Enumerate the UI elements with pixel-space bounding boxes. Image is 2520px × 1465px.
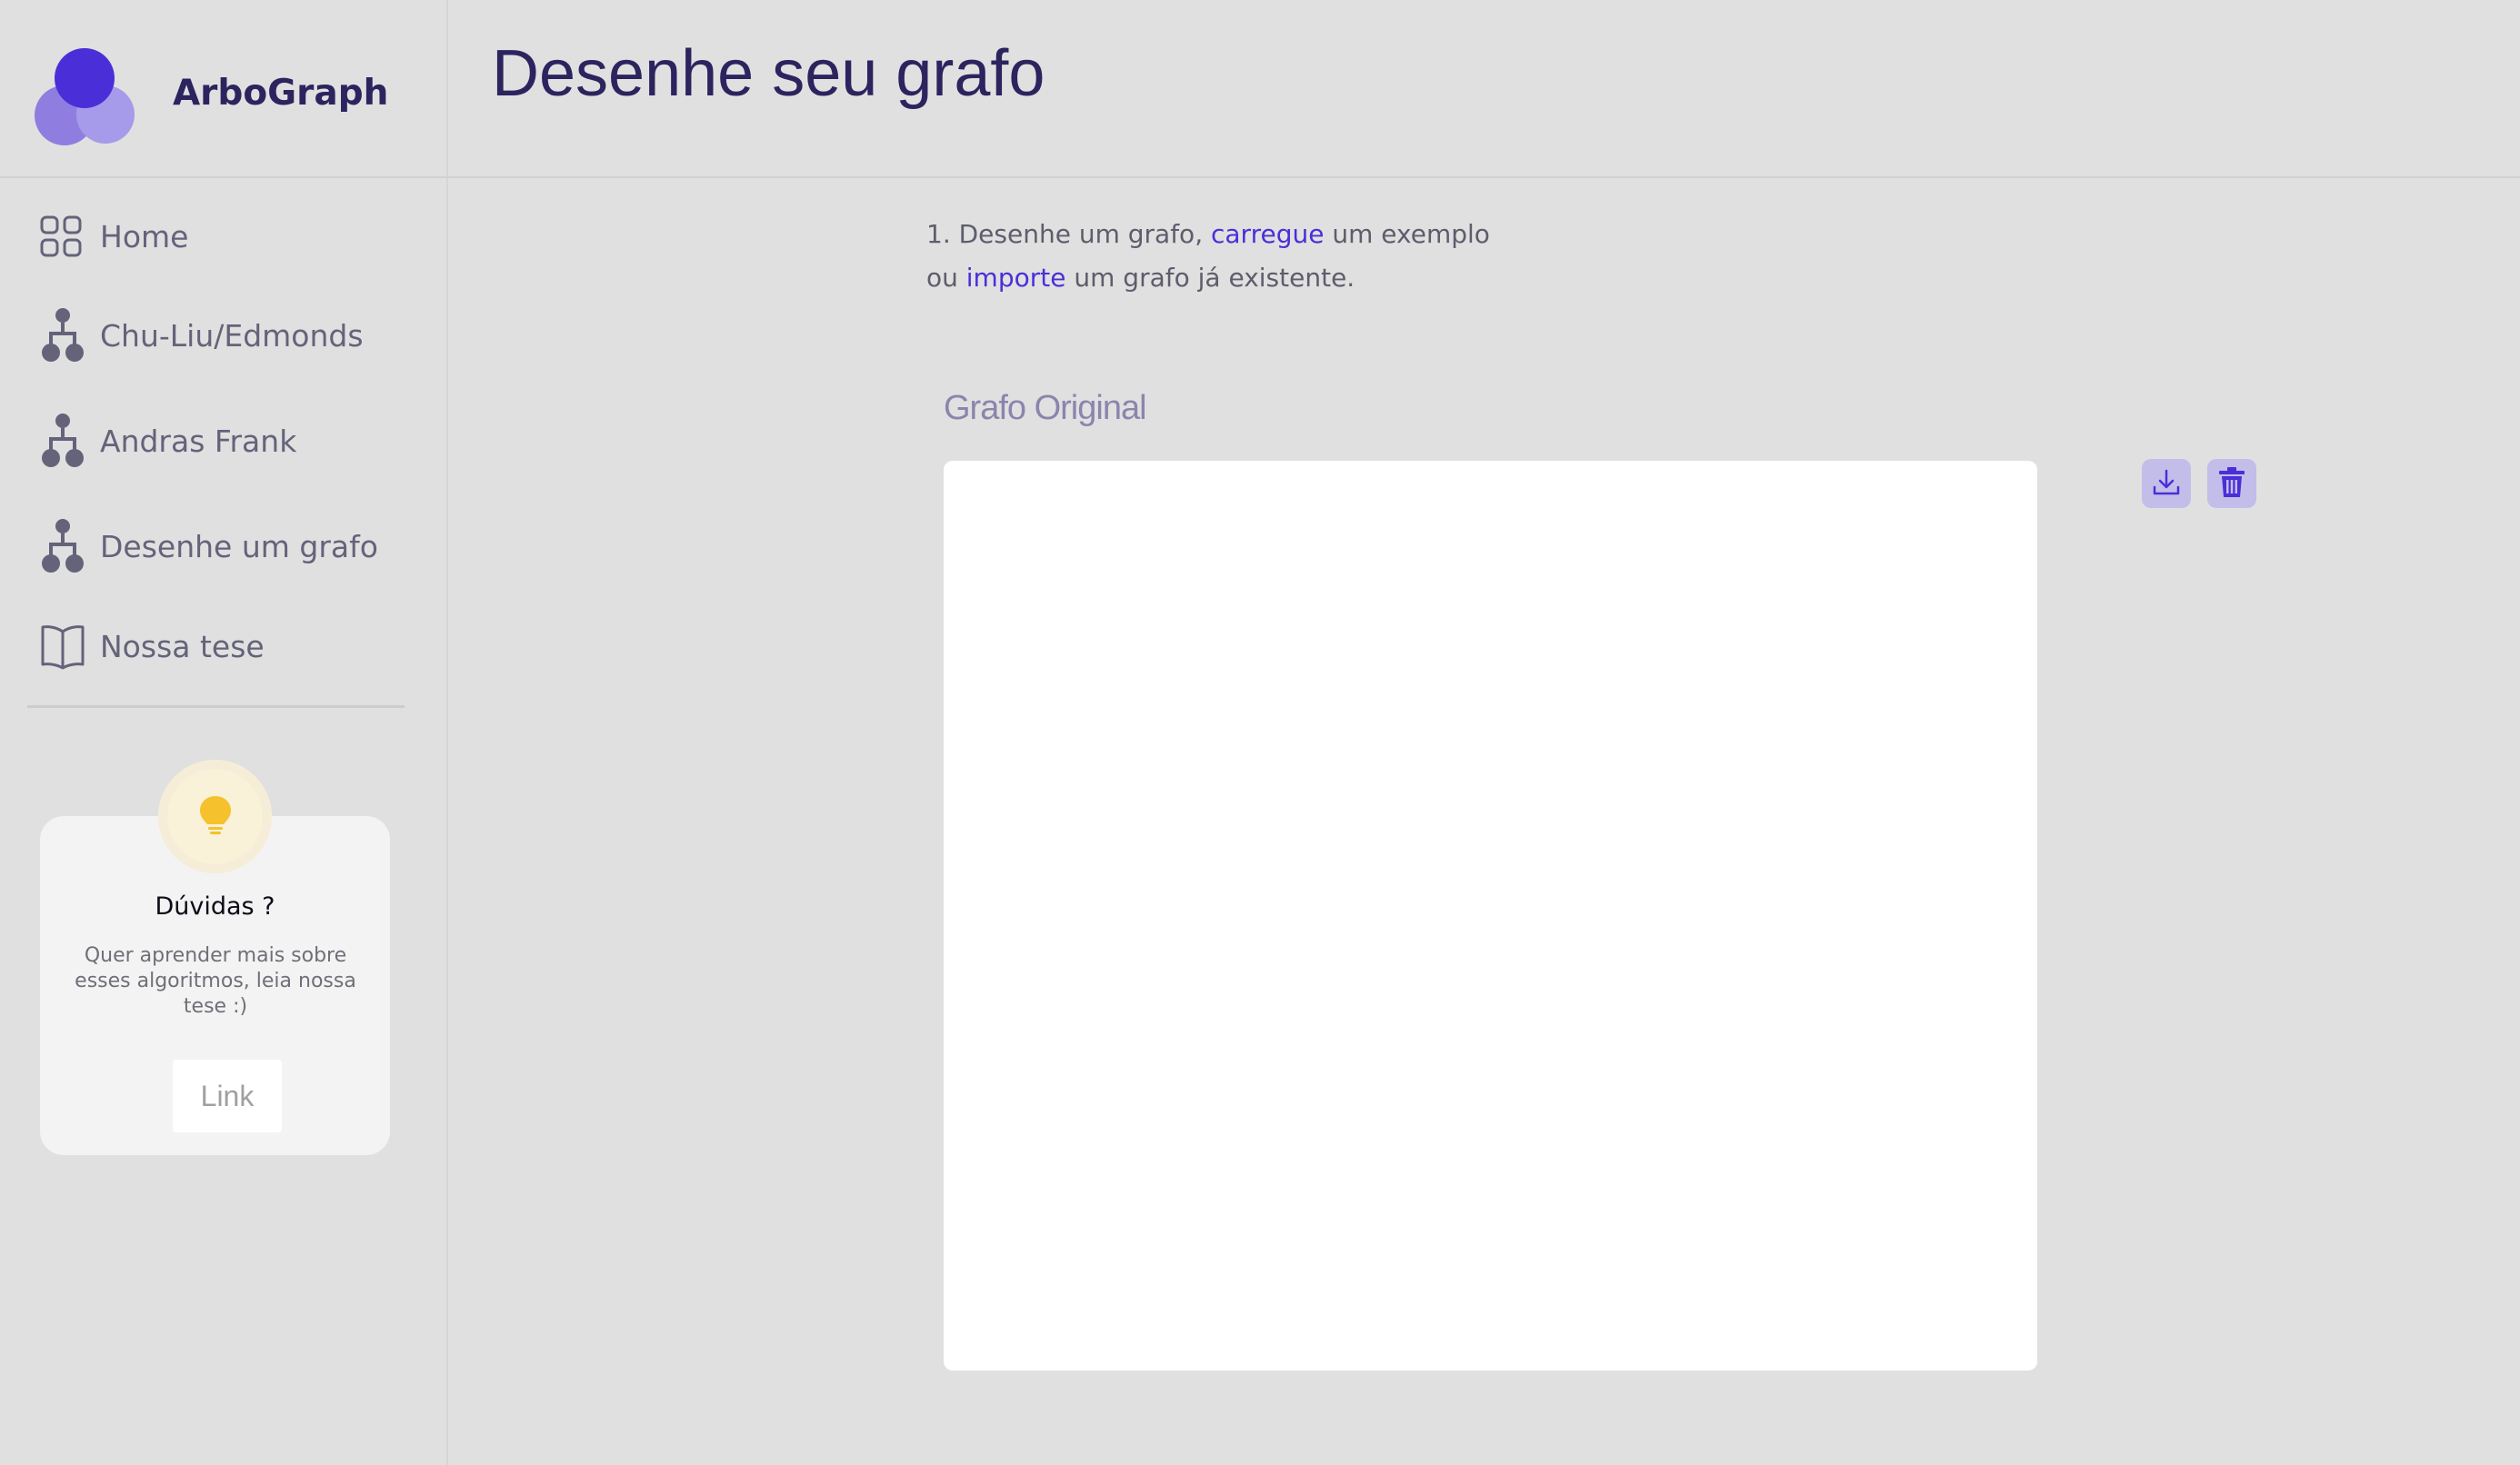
sidebar-item-label: Nossa tese [100, 628, 265, 664]
trash-icon [2217, 466, 2246, 502]
download-button[interactable] [2142, 459, 2191, 508]
sidebar-item-nossa-tese[interactable]: Nossa tese [40, 619, 265, 673]
instructions: 1. Desenhe um grafo, carregue um exemplo… [926, 213, 1490, 300]
sidebar-item-label: Desenhe um grafo [100, 528, 378, 564]
instructions-line-1: 1. Desenhe um grafo, carregue um exemplo [926, 213, 1490, 256]
brand-header: ArboGraph [0, 0, 448, 178]
sidebar-item-desenhe-um-grafo[interactable]: Desenhe um grafo [40, 519, 378, 573]
sidebar-item-home[interactable]: Home [40, 209, 188, 264]
sidebar-item-label: Andras Frank [100, 423, 297, 459]
thesis-link-button[interactable]: Link [173, 1060, 282, 1132]
load-example-link[interactable]: carregue [1211, 219, 1324, 249]
instructions-text: um grafo já existente. [1065, 263, 1355, 293]
page-header: Desenhe seu grafo [448, 0, 2520, 178]
hierarchy-icon [40, 308, 87, 363]
sidebar-divider [27, 705, 405, 708]
help-title: Dúvidas ? [155, 892, 275, 921]
hierarchy-icon [40, 519, 87, 573]
instructions-text: 1. Desenhe um grafo, [926, 219, 1211, 249]
lightbulb-badge [158, 760, 272, 873]
book-icon [40, 619, 87, 673]
instructions-text: ou [926, 263, 966, 293]
logo-circle-top [55, 48, 115, 108]
delete-button[interactable] [2207, 459, 2256, 508]
lightbulb-icon [197, 794, 234, 840]
logo-icon[interactable] [35, 45, 136, 147]
app-name[interactable]: ArboGraph [173, 73, 388, 114]
instructions-text: um exemplo [1324, 219, 1490, 249]
help-text: Quer aprender mais sobre esses algoritmo… [75, 944, 356, 1018]
sidebar-item-label: Chu-Liu/Edmonds [100, 317, 364, 354]
sidebar-item-chu-liu-edmonds[interactable]: Chu-Liu/Edmonds [40, 308, 364, 363]
sidebar-item-andras-frank[interactable]: Andras Frank [40, 414, 296, 468]
grid-icon [40, 209, 87, 264]
sidebar-item-label: Home [100, 218, 189, 254]
original-graph-title: Grafo Original [944, 389, 1147, 427]
instructions-line-2: ou importe um grafo já existente. [926, 256, 1490, 300]
sidebar: ArboGraph Home Chu-Liu/Edmonds Andras Fr… [0, 0, 448, 1465]
graph-canvas[interactable] [944, 461, 2037, 1370]
import-graph-link[interactable]: importe [966, 263, 1066, 293]
help-card: Dúvidas ? Quer aprender mais sobre esses… [40, 760, 390, 1155]
page-title: Desenhe seu grafo [492, 37, 1045, 110]
download-icon [2151, 467, 2182, 501]
hierarchy-icon [40, 414, 87, 468]
